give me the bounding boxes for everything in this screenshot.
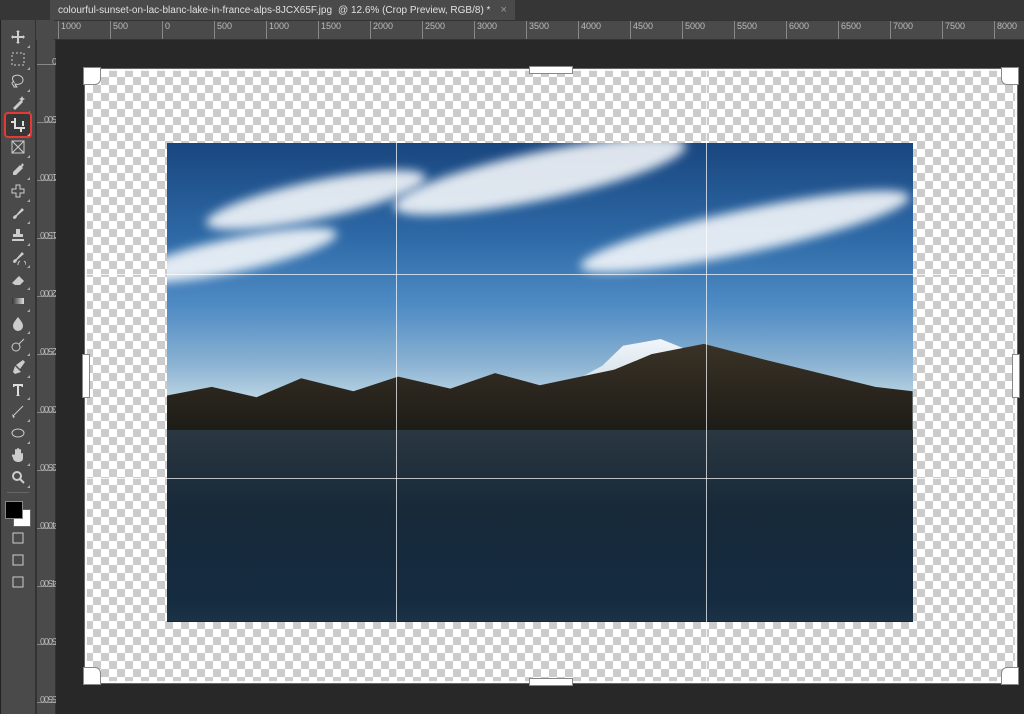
- crop-shield[interactable]: [84, 68, 1018, 684]
- zoom-tool[interactable]: [6, 466, 30, 488]
- crop-handle-top[interactable]: [529, 66, 573, 74]
- canvas-wrap: 1000500050010001500200025003000350040004…: [36, 20, 1024, 714]
- edit-toolbar-icon[interactable]: [6, 527, 30, 549]
- wand-tool[interactable]: [6, 92, 30, 114]
- hand-tool[interactable]: [6, 444, 30, 466]
- toolbox: [0, 20, 36, 714]
- screenmode-icon[interactable]: [6, 571, 30, 593]
- document-tab[interactable]: colourful-sunset-on-lac-blanc-lake-in-fr…: [50, 0, 515, 20]
- brush-tool[interactable]: [6, 202, 30, 224]
- crop-tool[interactable]: [6, 114, 30, 136]
- crop-handle-tr[interactable]: [1001, 67, 1019, 85]
- crop-border[interactable]: [85, 69, 1017, 683]
- crop-handle-left[interactable]: [82, 354, 90, 398]
- heal-tool[interactable]: [6, 180, 30, 202]
- history-brush-tool[interactable]: [6, 246, 30, 268]
- crop-handle-right[interactable]: [1012, 354, 1020, 398]
- tab-bar: colourful-sunset-on-lac-blanc-lake-in-fr…: [0, 0, 1024, 20]
- gradient-tool[interactable]: [6, 290, 30, 312]
- tab-filename: colourful-sunset-on-lac-blanc-lake-in-fr…: [58, 5, 332, 16]
- tab-suffix: @ 12.6% (Crop Preview, RGB/8) *: [338, 5, 490, 16]
- path-tool[interactable]: [6, 400, 30, 422]
- lasso-tool[interactable]: [6, 70, 30, 92]
- crop-handle-bottom[interactable]: [529, 678, 573, 686]
- crop-handle-bl[interactable]: [83, 667, 101, 685]
- pen-tool[interactable]: [6, 356, 30, 378]
- horizontal-ruler[interactable]: 1000500050010001500200025003000350040004…: [54, 20, 1024, 40]
- type-tool[interactable]: [6, 378, 30, 400]
- eyedropper-tool[interactable]: [6, 158, 30, 180]
- crop-handle-br[interactable]: [1001, 667, 1019, 685]
- photoshop-window: colourful-sunset-on-lac-blanc-lake-in-fr…: [0, 0, 1024, 714]
- fg-bg-swatch[interactable]: [5, 501, 31, 527]
- eraser-tool[interactable]: [6, 268, 30, 290]
- move-tool[interactable]: [6, 26, 30, 48]
- crop-handle-tl[interactable]: [83, 67, 101, 85]
- main-area: 1000500050010001500200025003000350040004…: [0, 20, 1024, 714]
- shape-tool[interactable]: [6, 422, 30, 444]
- marquee-tool[interactable]: [6, 48, 30, 70]
- stamp-tool[interactable]: [6, 224, 30, 246]
- quickmask-icon[interactable]: [6, 549, 30, 571]
- dodge-tool[interactable]: [6, 334, 30, 356]
- close-icon[interactable]: ×: [500, 4, 506, 16]
- blur-tool[interactable]: [6, 312, 30, 334]
- canvas[interactable]: [56, 40, 1024, 714]
- frame-tool[interactable]: [6, 136, 30, 158]
- vertical-ruler[interactable]: 0500100015002000250030003500400045005000…: [36, 40, 56, 714]
